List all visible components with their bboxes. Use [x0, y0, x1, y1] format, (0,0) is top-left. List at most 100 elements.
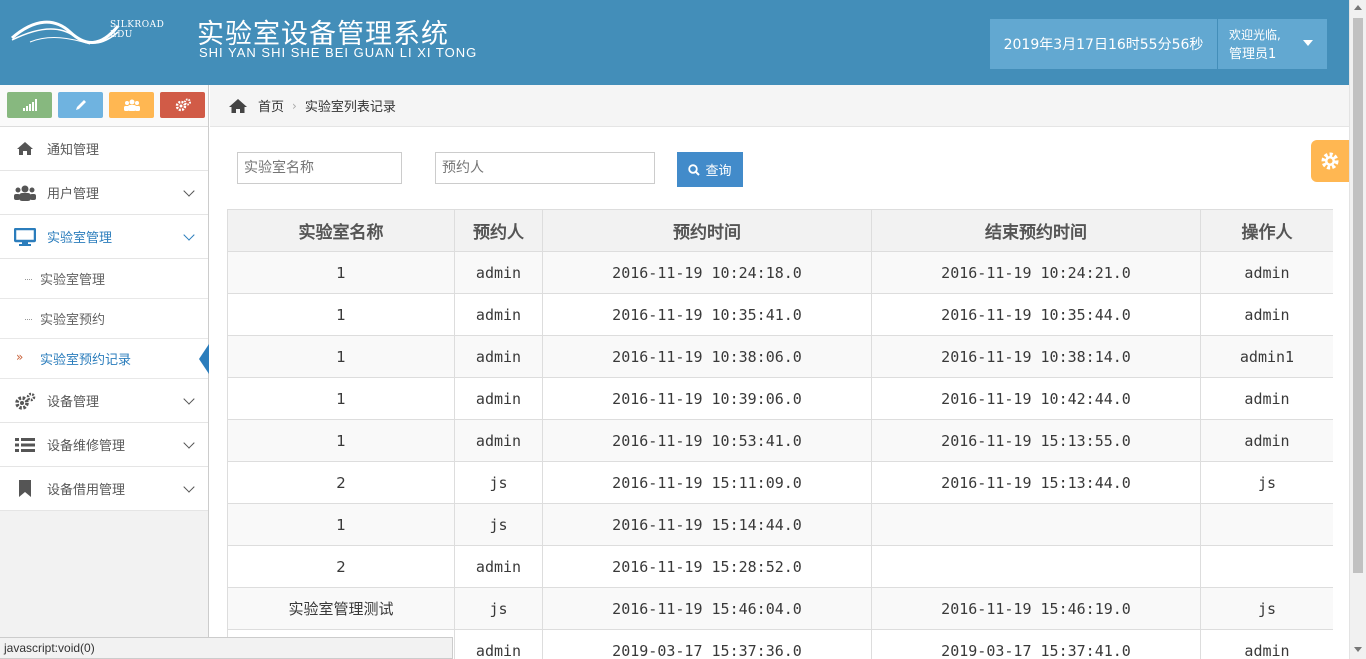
tree-dash	[25, 319, 32, 320]
table-cell: admin	[454, 419, 543, 462]
tree-dash	[25, 279, 32, 280]
column-header: 预约时间	[542, 209, 872, 252]
signal-icon	[22, 99, 37, 111]
sidebar-item-label: 用户管理	[47, 187, 100, 202]
table-cell: js	[1200, 587, 1333, 630]
table-cell: admin	[1200, 419, 1333, 462]
shortcut-pencil-button[interactable]	[58, 92, 103, 118]
table-cell: 2016-11-19 10:53:41.0	[542, 419, 872, 462]
records-table: 实验室名称 预约人 预约时间 结束预约时间 操作人 1 admin 2016-1…	[227, 209, 1333, 659]
table-cell: 2016-11-19 15:13:55.0	[871, 419, 1201, 462]
sidebar-subitem-lab-booking-records[interactable]: » 实验室预约记录	[0, 339, 209, 379]
desktop-icon	[14, 227, 36, 246]
lab-submenu: 实验室管理 实验室预约 » 实验室预约记录	[0, 259, 209, 379]
table-header-row: 实验室名称 预约人 预约时间 结束预约时间 操作人	[227, 209, 1333, 252]
settings-toggle[interactable]	[1311, 140, 1349, 182]
lab-name-input[interactable]	[237, 152, 402, 184]
shortcut-users-button[interactable]	[109, 92, 154, 118]
table-cell	[871, 503, 1201, 546]
table-cell: js	[454, 503, 543, 546]
breadcrumb-current: 实验室列表记录	[304, 100, 396, 115]
table-cell	[1200, 503, 1333, 546]
table-cell: 2016-11-19 10:24:21.0	[871, 251, 1201, 294]
shortcut-cogs-button[interactable]	[160, 92, 205, 118]
records-table-container: 实验室名称 预约人 预约时间 结束预约时间 操作人 1 admin 2016-1…	[227, 209, 1333, 659]
chevron-down-icon	[183, 481, 195, 493]
username: 管理员1	[1229, 47, 1277, 62]
sidebar-subitem-label: 实验室管理	[40, 273, 106, 288]
cogs-icon	[175, 98, 191, 112]
sidebar-item-repair[interactable]: 设备维修管理	[0, 423, 208, 467]
pencil-icon	[75, 100, 86, 110]
sidebar-item-label: 设备借用管理	[47, 483, 126, 498]
sidebar-shortcuts	[0, 85, 208, 127]
sidebar-subitem-lab-manage[interactable]: 实验室管理	[0, 259, 208, 299]
table-cell: admin	[454, 377, 543, 420]
bookmark-icon	[14, 480, 36, 498]
scrollbar-thumb[interactable]	[1353, 18, 1363, 573]
breadcrumb-home-link[interactable]: 首页	[258, 96, 284, 115]
table-row: 实验室管理测试 js 2016-11-19 15:46:04.0 2016-11…	[227, 587, 1333, 630]
table-cell: js	[454, 587, 543, 630]
sidebar-item-lab[interactable]: 实验室管理	[0, 215, 208, 259]
shortcut-signal-button[interactable]	[7, 92, 52, 118]
table-cell: admin	[454, 335, 543, 378]
table-row: 1 admin 2016-11-19 10:35:41.0 2016-11-19…	[227, 293, 1333, 336]
active-pointer	[199, 344, 209, 374]
page-scrollbar[interactable]	[1349, 0, 1366, 659]
home-icon	[14, 140, 36, 158]
table-cell: 2016-11-19 10:24:18.0	[542, 251, 872, 294]
table-row: 1 admin 2016-11-19 10:53:41.0 2016-11-19…	[227, 419, 1333, 462]
cogs-icon	[14, 392, 36, 410]
column-header: 结束预约时间	[871, 209, 1201, 252]
table-cell: 2019-03-17 15:37:41.0	[871, 629, 1201, 659]
sidebar-item-notice[interactable]: 通知管理	[0, 127, 208, 171]
scroll-down-icon[interactable]	[1354, 647, 1362, 652]
table-row: 1 admin 2016-11-19 10:24:18.0 2016-11-19…	[227, 251, 1333, 294]
search-button-label: 查询	[705, 163, 732, 178]
search-button[interactable]: 查询	[677, 152, 743, 187]
list-icon	[14, 436, 36, 454]
table-cell: 2016-11-19 10:38:06.0	[542, 335, 872, 378]
table-cell: 2019-03-17 15:37:36.0	[542, 629, 872, 659]
table-cell: 1	[227, 377, 455, 420]
sidebar-subitem-lab-booking[interactable]: 实验室预约	[0, 299, 208, 339]
table-cell: 2016-11-19 10:38:14.0	[871, 335, 1201, 378]
sidebar-item-label: 设备管理	[47, 395, 100, 410]
table-cell: 2016-11-19 15:11:09.0	[542, 461, 872, 504]
sidebar-item-label: 通知管理	[47, 143, 100, 158]
table-cell: 1	[227, 293, 455, 336]
search-icon	[688, 163, 701, 176]
chevron-down-icon	[183, 393, 195, 405]
chevron-down-icon	[183, 229, 195, 241]
sidebar-item-label: 设备维修管理	[47, 439, 126, 454]
sidebar-item-users[interactable]: 用户管理	[0, 171, 208, 215]
sidebar-item-borrow[interactable]: 设备借用管理	[0, 467, 208, 511]
booker-input[interactable]	[435, 152, 655, 184]
table-cell: admin	[1200, 377, 1333, 420]
scroll-up-icon[interactable]	[1354, 5, 1362, 10]
sidebar-subitem-label: 实验室预约记录	[40, 353, 132, 368]
table-cell: admin1	[1200, 335, 1333, 378]
table-row: 1 js 2016-11-19 15:14:44.0	[227, 503, 1333, 546]
chevron-down-icon	[183, 437, 195, 449]
table-cell: admin	[1200, 629, 1333, 659]
users-icon	[14, 184, 36, 202]
table-cell	[871, 545, 1201, 588]
users-icon	[123, 99, 140, 111]
chevron-right-icon: ›	[292, 98, 297, 113]
logo-wave-icon	[11, 20, 120, 45]
table-cell: 实验室管理测试	[227, 587, 455, 630]
sidebar-item-equipment[interactable]: 设备管理	[0, 379, 208, 423]
table-cell: 1	[227, 251, 455, 294]
user-menu[interactable]: 欢迎光临, 管理员1	[1218, 19, 1327, 69]
logo[interactable]: SILKROAD EDU	[10, 12, 190, 72]
table-cell: 2016-11-19 10:39:06.0	[542, 377, 872, 420]
caret-down-icon	[1303, 40, 1313, 46]
table-row: 1 admin 2016-11-19 10:39:06.0 2016-11-19…	[227, 377, 1333, 420]
app-header: SILKROAD EDU 实验室设备管理系统 SHI YAN SHI SHE B…	[0, 0, 1349, 85]
table-cell: 2	[227, 545, 455, 588]
column-header: 实验室名称	[227, 209, 455, 252]
table-cell: 2016-11-19 10:35:44.0	[871, 293, 1201, 336]
table-cell: 2016-11-19 15:46:19.0	[871, 587, 1201, 630]
